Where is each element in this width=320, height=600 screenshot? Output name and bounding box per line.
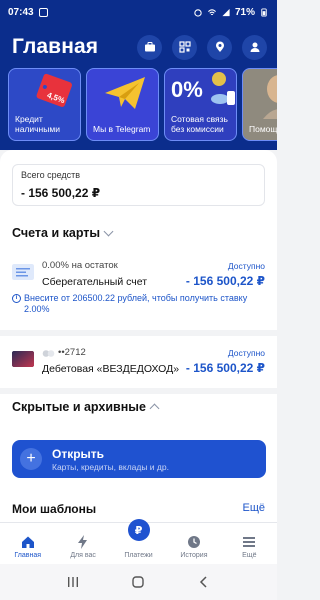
open-button-subtitle: Карты, кредиты, вклады и др. — [52, 461, 169, 472]
main-content: Всего средств - 156 500,22 ₽ Счета и кар… — [0, 150, 277, 530]
nav-payments[interactable]: ₽ Платежи — [111, 519, 166, 564]
telegram-icon — [105, 77, 145, 109]
recent-apps-icon[interactable] — [66, 576, 80, 588]
account-rate: 0.00% на остаток — [42, 260, 118, 271]
bottom-navigation: Главная Для вас ₽ Платежи История Ещё — [0, 519, 277, 564]
system-navigation-bar — [0, 564, 277, 600]
person-illustration — [263, 75, 277, 119]
total-value: - 156 500,22 ₽ — [21, 186, 101, 200]
lightning-icon — [78, 535, 88, 549]
home-system-icon[interactable] — [131, 575, 145, 589]
notification-icon — [38, 7, 48, 17]
location-button[interactable] — [207, 34, 232, 60]
status-bar: 07:43 71% — [8, 4, 269, 20]
menu-icon — [243, 537, 256, 547]
battery-level: 71% — [234, 6, 255, 18]
nav-label: История — [180, 552, 208, 559]
story-road-help[interactable]: Помощь на дор — [242, 68, 277, 141]
account-hint[interactable]: i Внесите от 206500.22 рублей, чтобы пол… — [12, 293, 265, 315]
briefcase-button[interactable] — [137, 34, 162, 60]
home-icon — [21, 536, 34, 548]
account-status: Доступно — [227, 348, 265, 358]
story-label: Помощь на дор — [249, 124, 277, 134]
wifi-icon — [208, 8, 216, 15]
open-product-button[interactable]: + Открыть Карты, кредиты, вклады и др. — [12, 440, 266, 478]
tag-illustration: 4,5% — [36, 73, 72, 107]
templates-more-link[interactable]: Ещё — [242, 502, 265, 514]
nav-label: Платежи — [124, 552, 153, 559]
header-actions — [137, 34, 267, 60]
nav-label: Для вас — [70, 552, 96, 559]
account-savings[interactable]: 0.00% на остаток Сберегательный счет Дос… — [12, 260, 265, 315]
card-number: ••2712 — [42, 347, 86, 358]
account-debit-card[interactable]: ••2712 Дебетовая «ВЕЗДЕДОХОД» Доступно -… — [12, 347, 265, 377]
account-hint-text: Внесите от 206500.22 рублей, чтобы получ… — [24, 293, 248, 314]
account-name: Сберегательный счет — [42, 276, 148, 288]
title-row: Главная — [12, 34, 267, 60]
templates-title: Мои шаблоны — [12, 502, 97, 516]
nav-home[interactable]: Главная — [0, 523, 55, 564]
user-icon — [250, 42, 259, 52]
chevron-down-icon — [103, 226, 114, 236]
plus-icon: + — [20, 448, 42, 470]
story-label: Сотовая связь без комиссии — [171, 114, 228, 134]
nav-history[interactable]: История — [166, 523, 221, 564]
card-network-icon — [42, 349, 56, 357]
story-credit[interactable]: 4,5% Кредит наличными — [8, 68, 81, 141]
alarm-icon — [194, 8, 202, 17]
battery-icon — [261, 7, 267, 17]
divider — [0, 388, 277, 394]
accounts-section-header[interactable]: Счета и карты — [12, 226, 114, 240]
nav-label: Главная — [14, 552, 42, 559]
status-time: 07:43 — [8, 6, 34, 18]
debit-card-icon — [12, 351, 34, 367]
ruble-icon: ₽ — [127, 519, 150, 541]
stories-carousel[interactable]: 4,5% Кредит наличными Мы в Telegram 0% С… — [8, 68, 277, 141]
account-amount: - 156 500,22 ₽ — [185, 274, 265, 288]
qr-scan-icon — [178, 41, 191, 53]
info-icon: i — [12, 294, 21, 303]
account-status: Доступно — [227, 261, 265, 271]
nav-for-you[interactable]: Для вас — [55, 523, 110, 564]
account-amount: - 156 500,22 ₽ — [185, 361, 265, 375]
back-icon[interactable] — [197, 575, 211, 589]
total-label: Всего средств — [21, 170, 81, 180]
section-title: Счета и карты — [12, 226, 101, 240]
total-funds-card[interactable]: Всего средств - 156 500,22 ₽ — [12, 164, 265, 206]
clock-icon — [187, 536, 200, 548]
status-right: 71% — [193, 7, 269, 18]
story-label: Кредит наличными — [15, 114, 60, 134]
open-button-title: Открыть — [52, 446, 105, 461]
chevron-up-icon — [149, 403, 160, 414]
nav-label: Ещё — [242, 552, 257, 559]
location-pin-icon — [215, 41, 224, 52]
profile-button[interactable] — [242, 34, 267, 60]
qr-scan-button[interactable] — [172, 34, 197, 60]
card-number-text: ••2712 — [58, 347, 86, 358]
section-title: Скрытые и архивные — [12, 400, 146, 414]
savings-account-icon — [12, 264, 34, 280]
coins-illustration — [211, 72, 235, 105]
divider — [0, 330, 277, 336]
header: 07:43 71% Главная 4,5% Кредит наличными … — [0, 0, 277, 150]
nav-more[interactable]: Ещё — [222, 523, 277, 564]
briefcase-icon — [144, 42, 155, 52]
page-title: Главная — [12, 35, 99, 58]
hidden-section-header[interactable]: Скрытые и архивные — [12, 400, 160, 414]
story-telegram[interactable]: Мы в Telegram — [86, 68, 159, 141]
story-mobile[interactable]: 0% Сотовая связь без комиссии — [164, 68, 237, 141]
story-label: Мы в Telegram — [93, 124, 151, 134]
account-name: Дебетовая «ВЕЗДЕДОХОД» — [42, 363, 180, 375]
signal-icon — [222, 8, 230, 16]
